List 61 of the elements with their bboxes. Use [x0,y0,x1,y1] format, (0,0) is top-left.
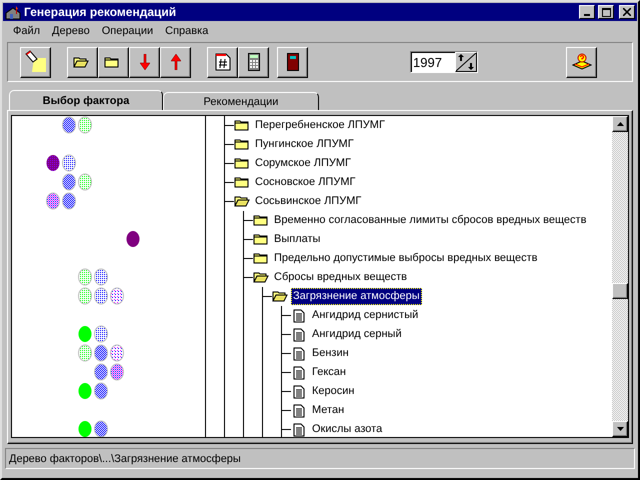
maximize-icon [602,8,610,16]
close-icon [623,8,631,16]
down-arrow-icon [140,54,150,70]
minimize-button[interactable] [579,5,595,19]
tree-item[interactable]: Гексан [310,364,348,381]
tree-item[interactable]: Бензин [310,345,351,362]
tree-item[interactable]: Предельно допустимые выбросы вредных веществ [272,250,540,267]
up-arrow-button[interactable] [160,46,191,78]
status-text: Дерево факторов\...\Загрязнение атмосферы [9,452,241,464]
flashlight-button[interactable] [20,46,51,78]
tree-item[interactable]: Ангидрид серный [310,326,404,343]
menu-item[interactable]: Операции [96,24,160,36]
down-arrow-icon [616,427,624,431]
help-book-icon [572,53,592,71]
tree-item[interactable]: Метан [310,402,346,419]
tree-item[interactable]: Керосин [310,383,356,400]
calculator-icon [248,53,260,71]
app-icon [5,4,21,20]
scroll-up-button[interactable] [612,116,628,132]
help-button[interactable] [566,46,597,78]
folder-button[interactable] [98,46,129,78]
hash-document-button[interactable] [207,46,238,78]
tree-item[interactable]: Выплаты [272,231,322,248]
tree-item[interactable]: Окислы азота [310,421,384,437]
menu-item[interactable]: Файл [7,24,46,36]
tree-item[interactable]: Сорумское ЛПУМГ [253,155,353,172]
document-icon [291,308,307,322]
menu-item[interactable]: Дерево [46,24,96,36]
open-folder-button[interactable] [67,46,98,78]
close-button[interactable] [619,5,635,19]
door-icon [286,53,298,71]
tree-item[interactable]: Сосьвинское ЛПУМГ [253,193,364,210]
window-title: Генерация рекомендаций [24,5,178,19]
tree-item[interactable]: Перегребненское ЛПУМГ [253,117,387,134]
tree-item[interactable]: Сосновское ЛПУМГ [253,174,358,191]
hash-document-icon [214,53,230,71]
tab[interactable]: Выбор фактора [9,90,163,110]
scroll-thumb[interactable] [612,283,628,299]
menu-item[interactable]: Справка [159,24,214,36]
document-icon [291,404,307,418]
tree-item[interactable]: Сбросы вредных веществ [272,269,409,286]
tree-item[interactable]: Ангидрид сернистый [310,307,420,324]
down-arrow-button[interactable] [129,46,160,78]
calculator-button[interactable] [238,46,269,78]
document-icon [291,346,307,360]
up-arrow-icon [170,54,180,70]
tree-item[interactable]: Пунгинское ЛПУМГ [253,136,356,153]
tree-item[interactable]: Загрязнение атмосферы [291,288,422,305]
document-icon [291,366,307,380]
folder-icon [104,56,120,68]
flashlight-icon [24,50,48,74]
open-folder-icon [73,56,89,68]
tree-item[interactable]: Временно согласованные лимиты сбросов вредных веществ [272,212,588,229]
tab[interactable]: Рекомендации [163,92,319,110]
door-button[interactable] [277,46,308,78]
document-icon [291,328,307,342]
up-arrow-icon [616,122,624,126]
maximize-button[interactable] [598,5,614,19]
document-icon [291,384,307,398]
scroll-down-button[interactable] [612,421,628,437]
scrollbar[interactable] [612,116,628,437]
